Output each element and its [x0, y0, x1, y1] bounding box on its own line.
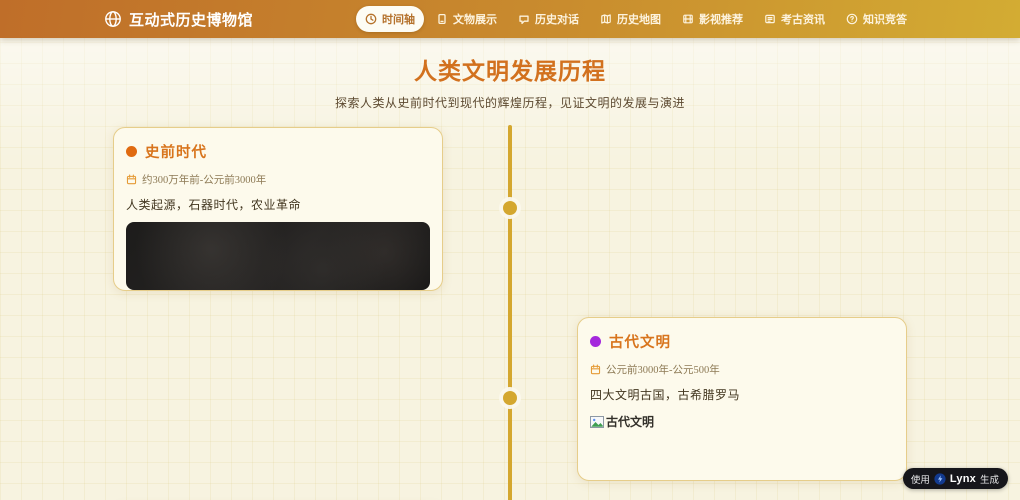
- lynx-generated-badge[interactable]: 使用 Lynx 生成: [902, 468, 1008, 489]
- nav-item-dialogue[interactable]: 历史对话: [509, 6, 588, 32]
- card-title-row: 古代文明: [590, 331, 894, 352]
- nav-item-artifacts[interactable]: 文物展示: [427, 6, 506, 32]
- era-photo-dark-stone: [126, 222, 430, 290]
- nav-label: 文物展示: [453, 14, 497, 26]
- nav-label: 知识竞答: [863, 14, 907, 26]
- globe-icon: [104, 10, 122, 28]
- broken-image-icon: [590, 415, 604, 428]
- nav-label: 历史地图: [617, 14, 661, 26]
- timeline-line: [508, 125, 512, 500]
- timeline-card-prehistoric[interactable]: 史前时代 约300万年前-公元前3000年 人类起源，石器时代，农业革命: [113, 127, 443, 291]
- nav-label: 考古资讯: [781, 14, 825, 26]
- film-icon: [682, 13, 694, 25]
- app-header: 互动式历史博物馆 时间轴 文物展示 历史对话 历史地图 影视推荐 考古资讯 知识…: [0, 0, 1020, 38]
- main-nav: 时间轴 文物展示 历史对话 历史地图 影视推荐 考古资讯 知识竞答: [356, 6, 916, 32]
- news-icon: [764, 13, 776, 25]
- card-title-row: 史前时代: [126, 141, 430, 162]
- card-date-row: 约300万年前-公元前3000年: [126, 172, 430, 187]
- nav-label: 历史对话: [535, 14, 579, 26]
- nav-label: 时间轴: [382, 14, 415, 26]
- map-icon: [600, 13, 612, 25]
- card-description: 人类起源，石器时代，农业革命: [126, 198, 302, 212]
- nav-item-films[interactable]: 影视推荐: [673, 6, 752, 32]
- artifact-icon: [436, 13, 448, 25]
- brand-title: 互动式历史博物馆: [129, 12, 254, 29]
- calendar-icon: [126, 174, 137, 185]
- era-bullet-dot: [590, 336, 601, 347]
- badge-prefix: 使用: [910, 474, 930, 486]
- card-date-row: 公元前3000年-公元500年: [590, 362, 894, 377]
- timeline-node-dot: [503, 391, 517, 405]
- chat-icon: [518, 13, 530, 25]
- card-period: 公元前3000年-公元500年: [606, 365, 720, 376]
- timeline-card-ancient[interactable]: 古代文明 公元前3000年-公元500年 四大文明古国，古希腊罗马 古代文明: [577, 317, 907, 481]
- badge-suffix: 生成: [979, 474, 999, 486]
- nav-item-news[interactable]: 考古资讯: [755, 6, 834, 32]
- broken-image-placeholder: 古代文明: [590, 413, 894, 430]
- clock-icon: [365, 13, 377, 25]
- card-title: 史前时代: [145, 145, 207, 161]
- timeline-node-dot: [503, 201, 517, 215]
- image-alt-text: 古代文明: [606, 415, 655, 429]
- question-circle-icon: [846, 13, 858, 25]
- main-content: 人类文明发展历程 探索人类从史前时代到现代的辉煌历程，见证文明的发展与演进 史前…: [0, 38, 1020, 500]
- card-description: 四大文明古国，古希腊罗马: [590, 388, 741, 402]
- page-subtitle: 探索人类从史前时代到现代的辉煌历程，见证文明的发展与演进: [334, 96, 685, 110]
- brand: 互动式历史博物馆: [104, 9, 253, 30]
- nav-label: 影视推荐: [699, 14, 743, 26]
- header-container: 互动式历史博物馆 时间轴 文物展示 历史对话 历史地图 影视推荐 考古资讯 知识…: [104, 0, 916, 38]
- nav-item-map[interactable]: 历史地图: [591, 6, 670, 32]
- page-title: 人类文明发展历程: [414, 59, 606, 84]
- era-bullet-dot: [126, 146, 137, 157]
- nav-item-timeline[interactable]: 时间轴: [356, 6, 424, 32]
- card-title: 古代文明: [609, 335, 671, 351]
- timeline: 史前时代 约300万年前-公元前3000年 人类起源，石器时代，农业革命 古代文…: [113, 125, 907, 500]
- nav-item-quiz[interactable]: 知识竞答: [837, 6, 916, 32]
- calendar-icon: [590, 364, 601, 375]
- page-head: 人类文明发展历程 探索人类从史前时代到现代的辉煌历程，见证文明的发展与演进: [0, 38, 1020, 111]
- card-period: 约300万年前-公元前3000年: [142, 175, 267, 186]
- badge-brand: Lynx: [949, 472, 976, 485]
- lynx-logo-icon: [934, 472, 946, 485]
